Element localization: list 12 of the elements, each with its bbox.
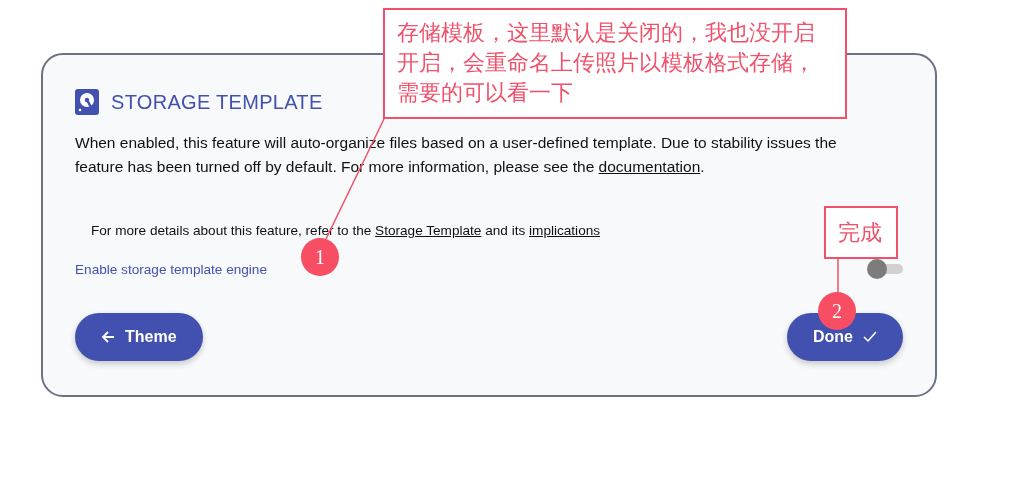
annotation-text: 需要的可以看一下: [397, 79, 574, 107]
check-icon: [863, 331, 877, 343]
back-button[interactable]: Theme: [75, 313, 203, 361]
annotation-text: 存储模板，这里默认是关闭的，我也没开启: [397, 19, 816, 47]
annotation-text: 开启，会重命名上传照片以模板格式存储，: [397, 49, 816, 77]
setting-label: Enable storage template engine: [75, 261, 267, 277]
toggle-switch[interactable]: [867, 259, 903, 279]
link[interactable]: Storage Template: [375, 223, 482, 238]
left-arrow-icon: [101, 330, 115, 344]
link[interactable]: implications: [529, 223, 601, 238]
section-title: STORAGE TEMPLATE: [111, 90, 323, 114]
annotation-text: 完成: [838, 219, 883, 247]
